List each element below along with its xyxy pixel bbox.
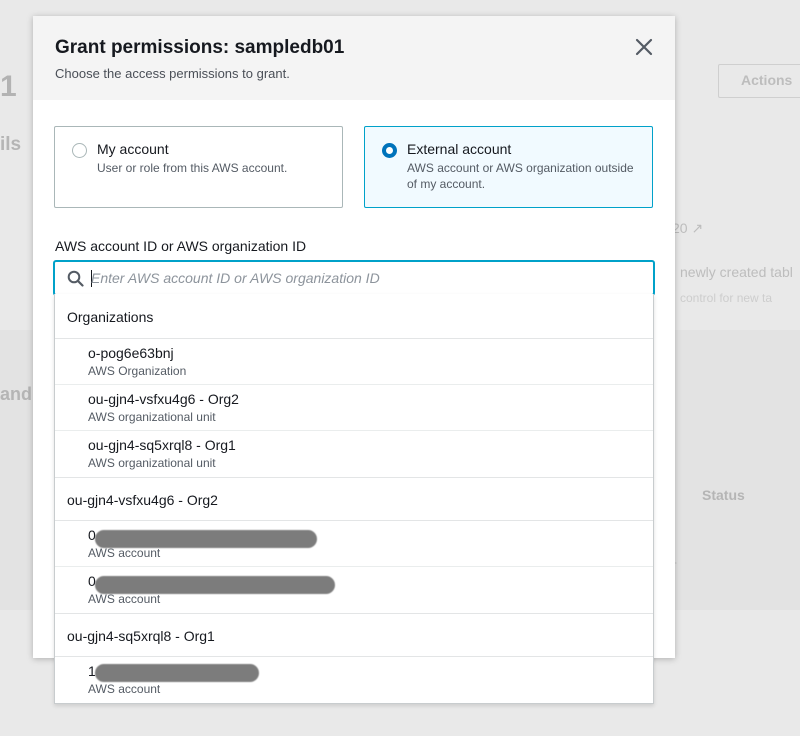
bg-status-header: Status (702, 487, 745, 503)
bg-actions-label: Actions (741, 72, 793, 88)
option-description: AWS account (88, 682, 161, 696)
bg-big-number: 1 (0, 70, 17, 103)
bg-details-heading: ils (0, 134, 22, 155)
option-description: AWS account (88, 592, 161, 606)
account-id-input[interactable] (91, 262, 641, 294)
option-description: AWS Organization (88, 364, 187, 378)
list-item[interactable]: ou-gjn4-vsfxu4g6 - Org2 AWS organization… (55, 385, 653, 431)
tile-external-account[interactable]: External account AWS account or AWS orga… (364, 126, 653, 208)
radio-external-account[interactable] (382, 143, 397, 158)
external-link-icon: ↗ (691, 220, 704, 236)
list-item[interactable]: 0 AWS account (55, 521, 653, 567)
account-id-label: AWS account ID or AWS organization ID (55, 238, 307, 254)
tile-my-account-description: User or role from this AWS account. (97, 161, 288, 175)
redaction-bar (95, 664, 259, 682)
bg-external-link: 20 ↗ (672, 220, 703, 237)
close-icon (635, 38, 653, 56)
account-type-tiles: My account User or role from this AWS ac… (54, 126, 654, 208)
tile-my-account-title: My account (97, 141, 169, 157)
tile-external-account-title: External account (407, 141, 512, 157)
bg-section-heading: and (0, 384, 33, 404)
option-description: AWS organizational unit (88, 410, 216, 424)
bg-newly-created-text: newly created tabl (680, 264, 793, 280)
group-header-org1: ou-gjn4-sq5xrql8 - Org1 (55, 613, 653, 657)
bg-control-text: control for new ta (680, 291, 773, 305)
option-description: AWS organizational unit (88, 456, 216, 470)
search-icon (67, 270, 84, 287)
redaction-bar (95, 576, 335, 594)
option-label: o-pog6e63bnj (88, 345, 174, 361)
account-suggestions-dropdown: Organizations o-pog6e63bnj AWS Organizat… (54, 294, 654, 704)
modal-header: Grant permissions: sampledb01 Choose the… (33, 16, 675, 100)
option-description: AWS account (88, 546, 161, 560)
list-item[interactable]: 1 AWS account (55, 657, 653, 703)
option-label: ou-gjn4-sq5xrql8 - Org1 (88, 437, 236, 453)
group-header-organizations: Organizations (55, 294, 653, 339)
option-label: ou-gjn4-vsfxu4g6 - Org2 (88, 391, 239, 407)
tile-external-account-description: AWS account or AWS organization outside … (407, 161, 634, 191)
tile-my-account[interactable]: My account User or role from this AWS ac… (54, 126, 343, 208)
list-item[interactable]: 0 AWS account (55, 567, 653, 613)
modal-title: Grant permissions: sampledb01 (55, 37, 345, 58)
redaction-bar (95, 530, 317, 548)
account-id-search[interactable] (54, 261, 654, 295)
radio-my-account[interactable] (72, 143, 87, 158)
modal-subtitle: Choose the access permissions to grant. (55, 66, 290, 81)
list-item[interactable]: o-pog6e63bnj AWS Organization (55, 339, 653, 385)
group-header-org2: ou-gjn4-vsfxu4g6 - Org2 (55, 477, 653, 521)
list-item[interactable]: ou-gjn4-sq5xrql8 - Org1 AWS organization… (55, 431, 653, 477)
close-button[interactable] (633, 36, 655, 58)
